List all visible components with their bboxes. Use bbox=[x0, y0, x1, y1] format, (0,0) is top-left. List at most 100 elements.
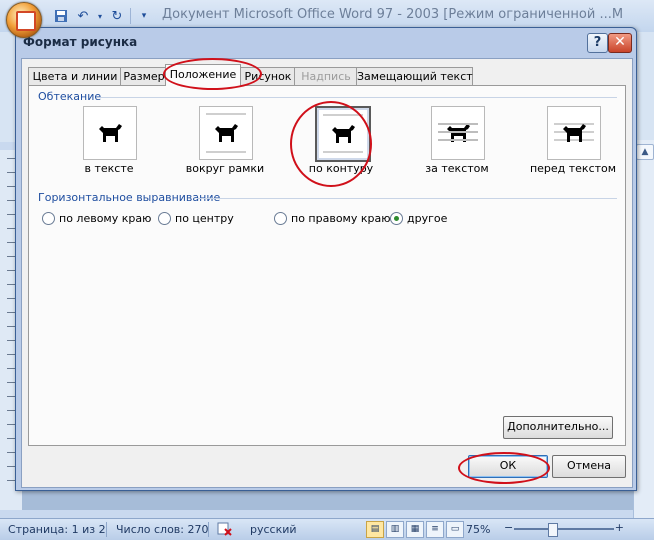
horizontal-alignment-label: Горизонтальное выравнивание bbox=[38, 191, 221, 204]
ruler-tick bbox=[7, 480, 15, 481]
ok-button[interactable]: ОК bbox=[468, 455, 548, 478]
wrap-tight-icon bbox=[315, 106, 371, 162]
advanced-button[interactable]: Дополнительно... bbox=[503, 416, 613, 439]
wrap-behind-option[interactable]: за текстом bbox=[409, 106, 499, 186]
ruler-tick bbox=[7, 410, 15, 411]
office-logo-icon bbox=[16, 11, 36, 31]
align-left-radio[interactable]: по левому краю bbox=[42, 212, 151, 225]
outline-view-icon[interactable]: ≡ bbox=[426, 521, 444, 538]
align-center-label: по центру bbox=[175, 212, 234, 225]
wrap-tight-label: по контуру bbox=[308, 162, 374, 175]
wrap-inline-label: в тексте bbox=[84, 162, 134, 175]
wrap-inline-icon bbox=[83, 106, 137, 160]
radio-dot bbox=[274, 212, 287, 225]
tab-position[interactable]: Положение bbox=[165, 64, 241, 86]
ruler-tick bbox=[7, 242, 15, 243]
cancel-button[interactable]: Отмена bbox=[552, 455, 626, 478]
zoom-slider[interactable]: − + bbox=[504, 521, 624, 537]
ruler-tick bbox=[7, 186, 15, 187]
ruler-tick bbox=[7, 354, 15, 355]
ruler-tick bbox=[7, 382, 15, 383]
zoom-thumb[interactable] bbox=[548, 523, 558, 537]
proofing-icon[interactable] bbox=[216, 521, 234, 540]
radio-dot bbox=[42, 212, 55, 225]
ruler-tick bbox=[7, 172, 15, 173]
status-separator bbox=[106, 522, 107, 537]
status-bar: Страница: 1 из 2 Число слов: 270 русский… bbox=[0, 518, 654, 540]
ruler-tick bbox=[7, 466, 15, 467]
radio-dot-checked bbox=[390, 212, 403, 225]
scroll-up-icon[interactable]: ▲ bbox=[636, 144, 654, 160]
dialog-body: Цвета и линии Размер Положение Рисунок Н… bbox=[21, 58, 633, 488]
help-button[interactable]: ? bbox=[587, 33, 608, 53]
redo-icon[interactable]: ↻ bbox=[108, 7, 126, 25]
reading-layout-icon[interactable]: ▥ bbox=[386, 521, 404, 538]
ruler-tick bbox=[7, 214, 15, 215]
print-layout-icon[interactable]: ▤ bbox=[366, 521, 384, 538]
page-indicator[interactable]: Страница: 1 из 2 bbox=[8, 523, 106, 536]
draft-view-icon[interactable]: ▭ bbox=[446, 521, 464, 538]
tab-colors-lines[interactable]: Цвета и линии bbox=[28, 67, 122, 86]
group-divider bbox=[197, 198, 617, 199]
wrap-front-icon bbox=[547, 106, 601, 160]
ruler-tick bbox=[7, 256, 15, 257]
align-center-radio[interactable]: по центру bbox=[158, 212, 234, 225]
office-button[interactable] bbox=[6, 2, 42, 38]
tab-alt-text[interactable]: Замещающий текст bbox=[356, 67, 473, 86]
wrap-square-icon bbox=[199, 106, 253, 160]
dialog-title: Формат рисунка bbox=[23, 35, 138, 49]
ruler-tick bbox=[7, 452, 15, 453]
ruler-tick bbox=[7, 438, 15, 439]
radio-dot bbox=[158, 212, 171, 225]
ruler-tick bbox=[7, 200, 15, 201]
group-divider bbox=[99, 97, 617, 98]
ruler-tick bbox=[7, 396, 15, 397]
align-right-label: по правому краю bbox=[291, 212, 391, 225]
align-other-radio[interactable]: другое bbox=[390, 212, 447, 225]
qat-separator bbox=[130, 8, 131, 24]
quick-access-toolbar: ↶ ▾ ↻ ▾ bbox=[52, 6, 153, 26]
wrap-front-option[interactable]: перед текстом bbox=[525, 106, 616, 186]
align-right-radio[interactable]: по правому краю bbox=[274, 212, 390, 225]
position-panel: Обтекание в тексте вокруг рамки по конту… bbox=[28, 85, 626, 446]
wrap-square-option[interactable]: вокруг рамки bbox=[177, 106, 267, 186]
close-button[interactable]: ✕ bbox=[608, 33, 632, 53]
language-indicator[interactable]: русский bbox=[250, 523, 297, 536]
format-picture-dialog: Формат рисунка ? ✕ Цвета и линии Размер … bbox=[15, 27, 637, 491]
wrap-behind-label: за текстом bbox=[425, 162, 489, 175]
wrap-square-label: вокруг рамки bbox=[185, 162, 265, 175]
wrap-tight-option[interactable]: по контуру bbox=[293, 106, 383, 186]
zoom-level[interactable]: 75% bbox=[466, 523, 490, 536]
tab-picture[interactable]: Рисунок bbox=[239, 67, 297, 86]
align-left-label: по левому краю bbox=[59, 212, 152, 225]
ruler-tick bbox=[7, 298, 15, 299]
view-buttons: ▤ ▥ ▦ ≡ ▭ bbox=[366, 521, 464, 538]
tab-size[interactable]: Размер bbox=[120, 67, 168, 86]
ruler-tick bbox=[7, 326, 15, 327]
wrap-inline-option[interactable]: в тексте bbox=[61, 106, 151, 186]
status-separator bbox=[208, 522, 209, 537]
ruler-tick bbox=[7, 270, 15, 271]
zoom-track bbox=[514, 528, 614, 530]
customize-icon[interactable]: ▾ bbox=[135, 7, 153, 25]
align-other-label: другое bbox=[407, 212, 448, 225]
ruler-tick bbox=[7, 158, 15, 159]
ruler-tick bbox=[7, 312, 15, 313]
wrapping-group-label: Обтекание bbox=[38, 90, 102, 103]
tab-textbox: Надпись bbox=[294, 67, 358, 86]
wrap-behind-icon bbox=[431, 106, 485, 160]
window-title: Документ Microsoft Office Word 97 - 2003… bbox=[162, 7, 624, 22]
wrap-front-label: перед текстом bbox=[529, 162, 617, 175]
save-icon[interactable] bbox=[52, 7, 70, 25]
undo-dropdown-icon[interactable]: ▾ bbox=[96, 7, 104, 25]
web-layout-icon[interactable]: ▦ bbox=[406, 521, 424, 538]
zoom-out-icon[interactable]: − bbox=[504, 521, 513, 534]
ruler-tick bbox=[7, 424, 15, 425]
ruler-tick bbox=[7, 368, 15, 369]
ruler-tick bbox=[7, 340, 15, 341]
zoom-in-icon[interactable]: + bbox=[615, 521, 624, 534]
ruler-tick bbox=[7, 228, 15, 229]
undo-icon[interactable]: ↶ bbox=[74, 7, 92, 25]
ruler-tick bbox=[7, 284, 15, 285]
word-count[interactable]: Число слов: 270 bbox=[116, 523, 209, 536]
